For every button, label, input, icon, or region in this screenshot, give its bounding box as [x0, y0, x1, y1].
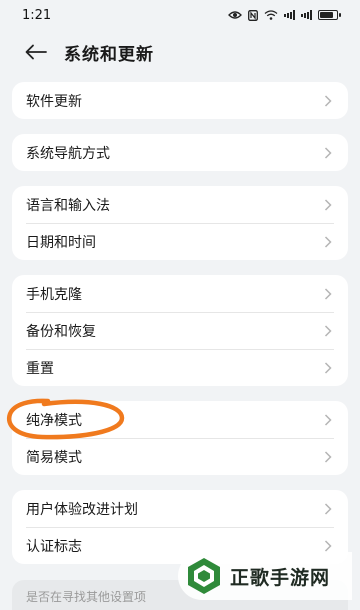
status-time: 1:21	[22, 7, 52, 23]
group-navigation: 系统导航方式	[12, 134, 348, 171]
row-label: 纯净模式	[26, 412, 82, 429]
chevron-right-icon	[324, 324, 334, 337]
arrow-left-icon	[25, 44, 47, 60]
chevron-right-icon	[324, 450, 334, 463]
row-label: 手机克隆	[26, 286, 82, 303]
wifi-icon	[264, 10, 278, 20]
group-modes: 纯净模式 简易模式	[12, 401, 348, 475]
row-label: 备份和恢复	[26, 323, 96, 340]
page-title: 系统和更新	[64, 44, 154, 65]
page-header: 系统和更新	[0, 30, 360, 74]
row-label: 用户体验改进计划	[26, 501, 138, 518]
row-label: 认证标志	[26, 538, 82, 555]
row-simple-mode[interactable]: 简易模式	[12, 438, 348, 475]
signal-icon-2	[301, 10, 312, 20]
status-icons	[228, 9, 341, 21]
signal-icon	[284, 10, 295, 20]
group-language-time: 语言和输入法 日期和时间	[12, 186, 348, 260]
row-language-input[interactable]: 语言和输入法	[12, 186, 348, 223]
row-date-time[interactable]: 日期和时间	[12, 223, 348, 260]
eye-icon	[228, 10, 242, 20]
row-system-navigation[interactable]: 系统导航方式	[12, 134, 348, 171]
chevron-right-icon	[324, 235, 334, 248]
watermark-text: 正歌手游网	[230, 566, 331, 589]
row-label: 日期和时间	[26, 234, 96, 251]
back-button[interactable]	[18, 34, 54, 70]
row-pure-mode[interactable]: 纯净模式	[12, 401, 348, 438]
row-backup-restore[interactable]: 备份和恢复	[12, 312, 348, 349]
row-software-update[interactable]: 软件更新	[12, 82, 348, 119]
chevron-right-icon	[324, 198, 334, 211]
row-label: 软件更新	[26, 93, 82, 110]
chevron-right-icon	[324, 361, 334, 374]
group-backup: 手机克隆 备份和恢复 重置	[12, 275, 348, 386]
row-label: 语言和输入法	[26, 197, 110, 214]
row-phone-clone[interactable]: 手机克隆	[12, 275, 348, 312]
hint-text: 是否在寻找其他设置项	[26, 590, 147, 604]
status-bar: 1:21	[0, 0, 360, 30]
chevron-right-icon	[324, 413, 334, 426]
nfc-icon	[248, 9, 258, 21]
row-label: 系统导航方式	[26, 145, 110, 162]
chevron-right-icon	[324, 287, 334, 300]
row-reset[interactable]: 重置	[12, 349, 348, 386]
chevron-right-icon	[324, 146, 334, 159]
watermark-logo-icon	[188, 558, 220, 594]
row-label: 重置	[26, 360, 54, 377]
chevron-right-icon	[324, 539, 334, 552]
battery-icon	[318, 10, 341, 20]
chevron-right-icon	[324, 502, 334, 515]
site-watermark: 正歌手游网	[178, 552, 352, 600]
row-label: 简易模式	[26, 449, 82, 466]
row-user-experience[interactable]: 用户体验改进计划	[12, 490, 348, 527]
chevron-right-icon	[324, 94, 334, 107]
group-update: 软件更新	[12, 82, 348, 119]
